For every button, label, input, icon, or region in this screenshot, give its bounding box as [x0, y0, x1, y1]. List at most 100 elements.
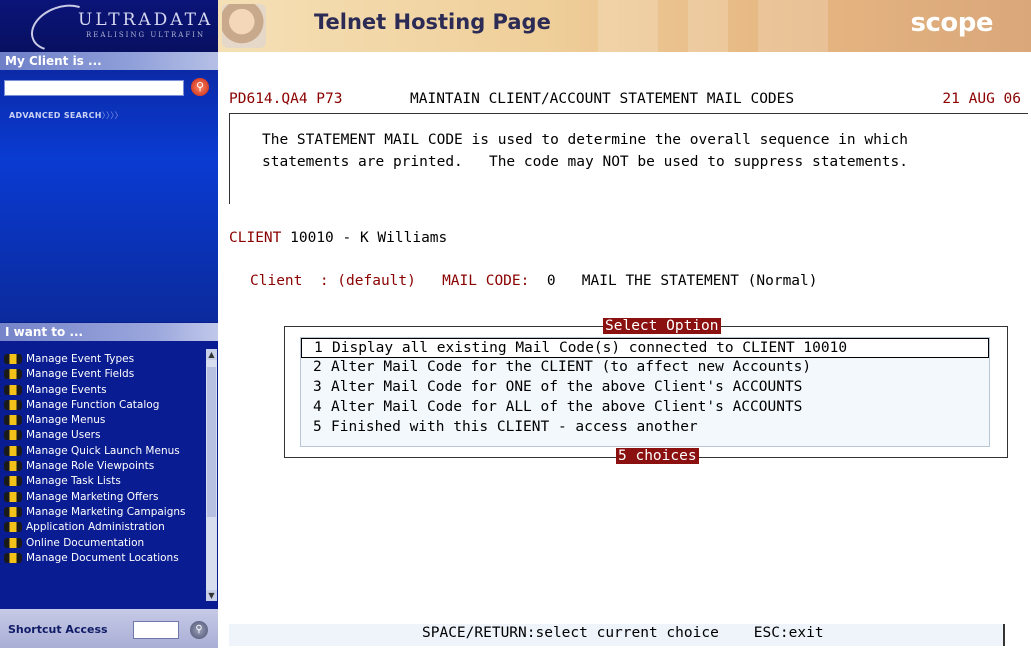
scrollbar-thumb[interactable]	[207, 367, 216, 517]
shortcut-access-label: Shortcut Access	[8, 623, 108, 636]
select-option-dialog: Select Option 1 Display all existing Mail…	[284, 318, 1008, 464]
option-item[interactable]: 3 Alter Mail Code for ONE of the above Cl…	[301, 378, 989, 398]
search-icon: ⚲	[195, 624, 203, 635]
info-text-line: The STATEMENT MAIL CODE is used to deter…	[262, 132, 909, 148]
action-icon	[4, 491, 22, 502]
menu-item[interactable]: Manage Function Catalog	[4, 399, 204, 411]
menu-item[interactable]: Manage Quick Launch Menus	[4, 445, 204, 457]
menu-item-label: Manage Task Lists	[26, 475, 121, 488]
advanced-search-label: ADVANCED SEARCH	[9, 111, 102, 120]
option-item[interactable]: 1 Display all existing Mail Code(s) conne…	[301, 338, 989, 358]
menu-item[interactable]: Manage Marketing Offers	[4, 491, 204, 503]
screen-date: 21 AUG 06	[942, 91, 1021, 107]
action-icon	[4, 369, 22, 380]
menu-item-label: Manage Users	[26, 429, 101, 442]
sidebar: ULTRADATA REALISING ULTRAFIN My Client i…	[0, 0, 218, 648]
action-icon	[4, 461, 22, 472]
shortcut-access-bar: Shortcut Access ⚲	[0, 609, 218, 648]
menu-item[interactable]: Manage Event Types	[4, 353, 204, 365]
client-section-header: My Client is ...	[0, 52, 218, 70]
mail-code-description: MAIL THE STATEMENT (Normal)	[581, 273, 818, 289]
telnet-terminal[interactable]: PD614.QA4 P73 MAINTAIN CLIENT/ACCOUNT ST…	[229, 91, 1029, 648]
menu-item-label: Manage Function Catalog	[26, 398, 160, 411]
client-line: CLIENT 10010 - K Williams	[229, 230, 447, 246]
menu-item[interactable]: Manage Marketing Campaigns	[4, 506, 204, 518]
menu-item[interactable]: Online Documentation	[4, 537, 204, 549]
option-item[interactable]: 5 Finished with this CLIENT - access anot…	[301, 418, 989, 438]
option-list: 1 Display all existing Mail Code(s) conne…	[301, 338, 989, 438]
chevrons-icon: 〉〉〉〉	[101, 111, 123, 120]
action-icon	[4, 445, 22, 456]
menu-item-label: Manage Marketing Offers	[26, 490, 159, 503]
scroll-down-icon[interactable]: ▼	[206, 590, 217, 601]
action-icon	[4, 399, 22, 410]
option-label: Alter Mail Code for ONE of the above Cli…	[331, 379, 803, 395]
menu-item-label: Manage Marketing Campaigns	[26, 505, 186, 518]
action-icon	[4, 354, 22, 364]
mail-code-label: MAIL CODE:	[442, 273, 530, 289]
option-item[interactable]: 4 Alter Mail Code for ALL of the above Cl…	[301, 398, 989, 418]
action-menu: Manage Event Types Manage Event Fields Man…	[0, 341, 218, 609]
info-text-line: statements are printed. The code may NOT…	[262, 154, 909, 170]
menu-scrollbar[interactable]: ▲ ▼	[206, 349, 217, 601]
menu-item[interactable]: Manage Menus	[4, 414, 204, 426]
action-icon	[4, 384, 22, 395]
logo-tagline: REALISING ULTRAFIN	[86, 31, 206, 39]
i-want-to-header: I want to ...	[0, 323, 218, 341]
search-icon: ⚲	[195, 80, 205, 93]
action-icon	[4, 476, 22, 487]
action-icon	[4, 430, 22, 441]
header-decor-band	[758, 0, 828, 52]
dialog-title: Select Option	[603, 318, 721, 334]
menu-item[interactable]: Manage Task Lists	[4, 475, 204, 487]
logo-brand-text: ULTRADATA	[78, 10, 214, 30]
advanced-search-link[interactable]: ADVANCED SEARCH〉〉〉〉	[9, 110, 123, 121]
header-decor-band	[598, 0, 658, 52]
mail-client-label: Client : (default)	[250, 273, 416, 289]
menu-item[interactable]: Manage Document Locations	[4, 552, 204, 564]
program-id: PD614.QA4 P73	[229, 91, 343, 107]
page-title: Telnet Hosting Page	[314, 10, 551, 34]
option-number: 5	[313, 419, 322, 435]
screen-title: MAINTAIN CLIENT/ACCOUNT STATEMENT MAIL C…	[410, 91, 795, 107]
terminal-help-bar: SPACE/RETURN:select current choice ESC:e…	[229, 624, 1005, 646]
client-value: 10010 - K Williams	[290, 230, 448, 246]
choices-count: 5 choices	[616, 448, 699, 464]
option-label: Display all existing Mail Code(s) connec…	[332, 340, 848, 356]
page-header: Telnet Hosting Page scope	[218, 0, 1031, 52]
shortcut-access-input[interactable]	[133, 621, 179, 639]
menu-item-label: Manage Event Fields	[26, 368, 135, 381]
scope-logo: scope	[910, 8, 994, 38]
info-box: The STATEMENT MAIL CODE is used to deter…	[229, 113, 1028, 204]
option-number: 3	[313, 379, 322, 395]
shortcut-go-button[interactable]: ⚲	[190, 621, 208, 639]
menu-item-label: Manage Event Types	[26, 353, 135, 365]
menu-item[interactable]: Application Administration	[4, 521, 204, 533]
option-list-box: 1 Display all existing Mail Code(s) conne…	[300, 337, 990, 447]
avatar	[222, 4, 266, 48]
menu-item-label: Manage Document Locations	[26, 551, 179, 564]
menu-item-label: Manage Menus	[26, 414, 106, 427]
client-label: CLIENT	[229, 230, 282, 246]
action-icon	[4, 537, 22, 548]
ultradata-logo: ULTRADATA REALISING ULTRAFIN	[0, 0, 218, 60]
menu-item-label: Manage Quick Launch Menus	[26, 444, 180, 457]
action-icon	[4, 522, 22, 533]
help-text: SPACE/RETURN:select current choice ESC:e…	[422, 625, 824, 641]
client-search-panel: ⚲ ADVANCED SEARCH〉〉〉〉	[0, 70, 218, 322]
client-search-input[interactable]	[4, 80, 184, 96]
scroll-up-icon[interactable]: ▲	[206, 349, 217, 360]
option-label: Finished with this CLIENT - access anoth…	[331, 419, 698, 435]
menu-item-label: Application Administration	[26, 521, 165, 534]
client-search-button[interactable]: ⚲	[191, 78, 209, 96]
menu-item[interactable]: Manage Events	[4, 384, 204, 396]
action-icon	[4, 506, 22, 517]
menu-item[interactable]: Manage Users	[4, 429, 204, 441]
option-number: 2	[313, 359, 322, 375]
option-item[interactable]: 2 Alter Mail Code for the CLIENT (to affe…	[301, 358, 989, 378]
menu-item[interactable]: Manage Event Fields	[4, 368, 204, 380]
action-menu-list: Manage Event Types Manage Event Fields Man…	[4, 353, 204, 567]
action-icon	[4, 552, 22, 563]
option-number: 1	[314, 340, 323, 356]
menu-item[interactable]: Manage Role Viewpoints	[4, 460, 204, 472]
